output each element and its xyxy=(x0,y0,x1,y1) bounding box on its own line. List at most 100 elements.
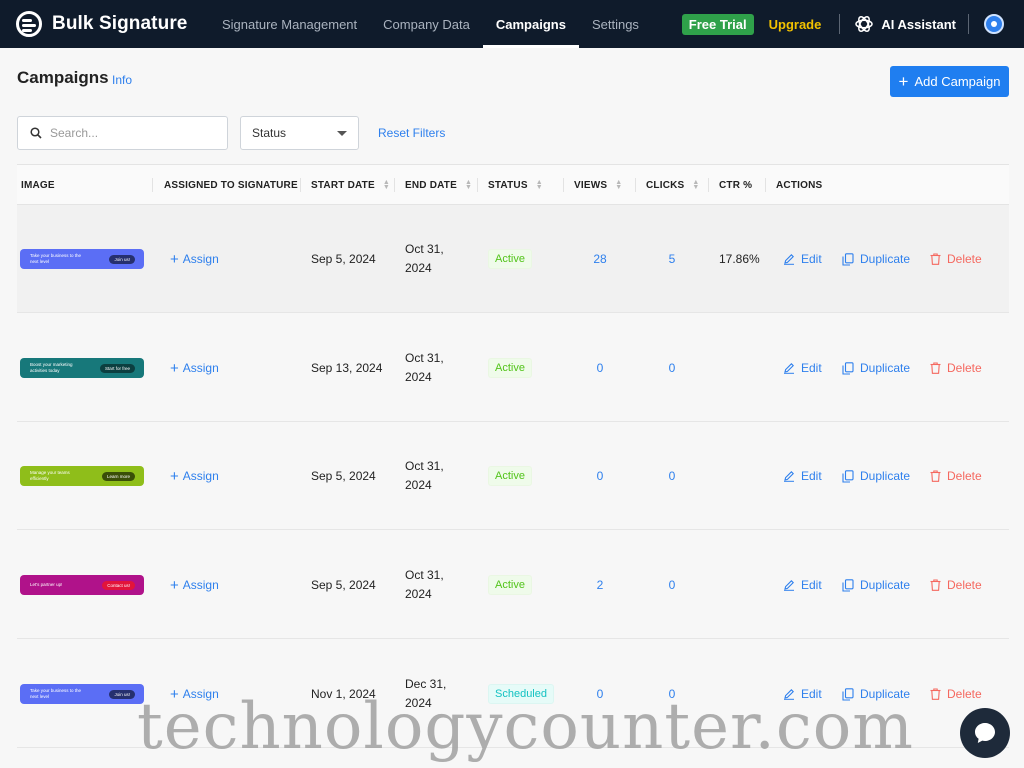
sort-icon: ▲ ▼ xyxy=(382,179,390,191)
column-header-end-date[interactable]: END DATE ▲ ▼ xyxy=(405,165,472,205)
reset-filters-link[interactable]: Reset Filters xyxy=(378,126,445,140)
campaign-banner[interactable]: Take your business to the next level Joi… xyxy=(20,684,144,704)
banner-text: Boost your marketing activities today xyxy=(30,362,73,373)
table-header: IMAGE ASSIGNED TO SIGNATURE START DATE ▲ ▼… xyxy=(17,164,1009,205)
column-divider xyxy=(708,178,709,192)
edit-button[interactable]: Edit xyxy=(783,578,822,592)
end-date: Oct 31, 2024 xyxy=(405,568,444,601)
delete-button[interactable]: Delete xyxy=(930,578,982,592)
assign-cell: + Assign xyxy=(170,205,219,313)
duplicate-cell: Duplicate xyxy=(842,531,910,639)
tab-company-data[interactable]: Company Data xyxy=(370,0,483,48)
copy-icon xyxy=(842,361,854,375)
campaign-banner[interactable]: Take your business to the next level Joi… xyxy=(20,249,144,269)
tab-settings[interactable]: Settings xyxy=(579,0,652,48)
views-value[interactable]: 2 xyxy=(574,531,626,639)
campaign-banner[interactable]: Boost your marketing activities today St… xyxy=(20,358,144,378)
delete-cell: Delete xyxy=(930,422,982,530)
column-header-status[interactable]: STATUS ▲ ▼ xyxy=(488,165,543,205)
status-badge: Active xyxy=(488,575,532,595)
sort-icon: ▲ ▼ xyxy=(535,179,543,191)
column-header-clicks[interactable]: CLICKS ▲ ▼ xyxy=(646,165,700,205)
upgrade-link[interactable]: Upgrade xyxy=(769,17,822,32)
assign-button[interactable]: + Assign xyxy=(170,469,219,484)
duplicate-button[interactable]: Duplicate xyxy=(842,469,910,483)
delete-cell: Delete xyxy=(930,314,982,422)
campaign-banner[interactable]: Manage your teams efficiently Learn more xyxy=(20,466,144,486)
banner-cta: Start for free xyxy=(99,363,135,373)
duplicate-button[interactable]: Duplicate xyxy=(842,361,910,375)
views-value[interactable]: 0 xyxy=(574,314,626,422)
duplicate-button[interactable]: Duplicate xyxy=(842,578,910,592)
views-value[interactable]: 0 xyxy=(574,422,626,530)
app-name: Bulk Signature xyxy=(52,13,188,34)
status-cell: Active xyxy=(488,314,532,422)
clicks-value[interactable]: 0 xyxy=(646,422,698,530)
views-value[interactable]: 0 xyxy=(574,640,626,748)
search-input[interactable] xyxy=(50,126,210,140)
edit-button[interactable]: Edit xyxy=(783,469,822,483)
assign-button[interactable]: + Assign xyxy=(170,687,219,702)
edit-cell: Edit xyxy=(783,314,822,422)
duplicate-button[interactable]: Duplicate xyxy=(842,252,910,266)
tab-campaigns[interactable]: Campaigns xyxy=(482,0,580,48)
status-select[interactable]: Status xyxy=(240,116,359,150)
duplicate-button[interactable]: Duplicate xyxy=(842,687,910,701)
plus-icon: + xyxy=(170,576,179,594)
edit-button[interactable]: Edit xyxy=(783,252,822,266)
end-date: Oct 31, 2024 xyxy=(405,351,444,384)
campaign-banner[interactable]: Let's partner up! Contact us! xyxy=(20,575,144,595)
assign-label: Assign xyxy=(182,469,219,483)
assign-button[interactable]: + Assign xyxy=(170,361,219,376)
column-header-views[interactable]: VIEWS ▲ ▼ xyxy=(574,165,622,205)
start-date: Sep 13, 2024 xyxy=(311,361,383,375)
trash-icon xyxy=(930,688,941,700)
edit-cell: Edit xyxy=(783,205,822,313)
status-cell: Scheduled xyxy=(488,640,554,748)
edit-button[interactable]: Edit xyxy=(783,361,822,375)
trash-icon xyxy=(930,362,941,374)
info-link[interactable]: Info xyxy=(112,73,132,87)
status-badge: Active xyxy=(488,466,532,486)
column-header-actions: ACTIONS xyxy=(776,179,823,191)
clicks-value[interactable]: 5 xyxy=(646,205,698,313)
status-badge: Active xyxy=(488,249,532,269)
campaign-image-cell: Take your business to the next level Joi… xyxy=(20,640,144,748)
column-divider xyxy=(152,178,153,192)
clicks-value[interactable]: 0 xyxy=(646,314,698,422)
ctr-value: 17.86% xyxy=(719,252,760,266)
add-campaign-button[interactable]: + Add Campaign xyxy=(890,66,1009,97)
assign-button[interactable]: + Assign xyxy=(170,578,219,593)
end-date-cell: Oct 31, 2024 xyxy=(405,314,465,422)
clicks-value[interactable]: 0 xyxy=(646,531,698,639)
tab-signature-management[interactable]: Signature Management xyxy=(209,0,370,48)
copy-icon xyxy=(842,469,854,483)
assign-label: Assign xyxy=(182,361,219,375)
profile-icon[interactable] xyxy=(984,14,1004,34)
views-value[interactable]: 28 xyxy=(574,205,626,313)
edit-button[interactable]: Edit xyxy=(783,687,822,701)
delete-button[interactable]: Delete xyxy=(930,687,982,701)
column-header-start-date[interactable]: START DATE ▲ ▼ xyxy=(311,165,390,205)
plus-icon: + xyxy=(170,685,179,703)
delete-button[interactable]: Delete xyxy=(930,361,982,375)
table-row: Manage your teams efficiently Learn more… xyxy=(17,422,1009,530)
divider xyxy=(968,14,969,34)
column-header-assigned: ASSIGNED TO SIGNATURE xyxy=(164,179,298,191)
clicks-value[interactable]: 0 xyxy=(646,640,698,748)
delete-button[interactable]: Delete xyxy=(930,252,982,266)
edit-cell: Edit xyxy=(783,531,822,639)
start-date: Nov 1, 2024 xyxy=(311,687,376,701)
status-cell: Active xyxy=(488,422,532,530)
start-date: Sep 5, 2024 xyxy=(311,469,376,483)
delete-button[interactable]: Delete xyxy=(930,469,982,483)
assign-button[interactable]: + Assign xyxy=(170,252,219,267)
brand[interactable]: Bulk Signature xyxy=(16,11,206,37)
trash-icon xyxy=(930,253,941,265)
plus-icon: + xyxy=(170,250,179,268)
ai-assistant-button[interactable]: AI Assistant xyxy=(854,14,956,34)
delete-cell: Delete xyxy=(930,205,982,313)
chat-icon[interactable] xyxy=(960,708,1010,758)
start-date: Sep 5, 2024 xyxy=(311,252,376,266)
chat-bubble-icon xyxy=(975,723,995,743)
